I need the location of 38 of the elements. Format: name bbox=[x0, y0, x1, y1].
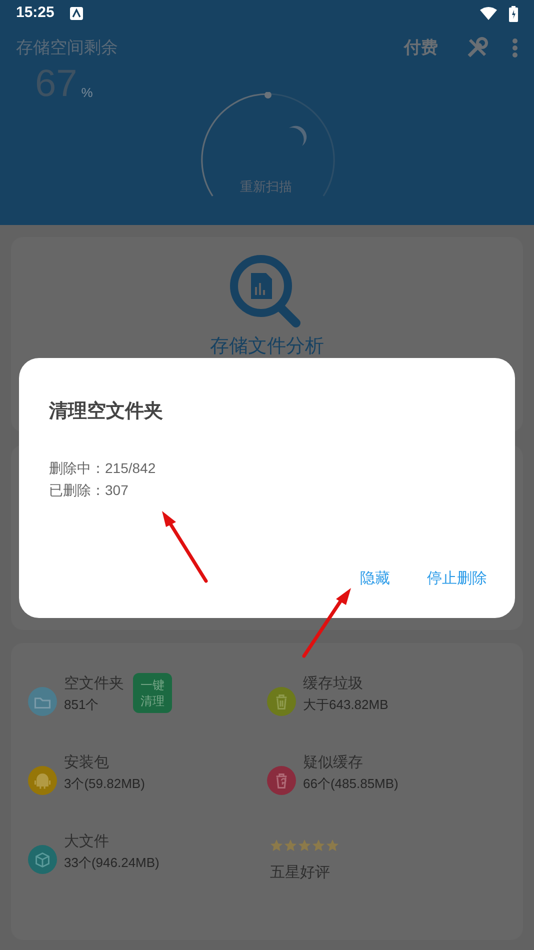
star-icon[interactable] bbox=[326, 839, 339, 852]
folder-icon bbox=[28, 687, 57, 716]
dialog-text: 删除中：215/842 bbox=[49, 458, 157, 478]
rescan-button[interactable]: 重新扫描 bbox=[240, 177, 292, 196]
star-icon[interactable] bbox=[270, 839, 283, 852]
dialog-text: 已删除：307 bbox=[49, 480, 130, 500]
status-time: 15:25 bbox=[16, 3, 54, 24]
category-detail: 3个(59.82MB) bbox=[64, 775, 145, 793]
star-icon[interactable] bbox=[312, 839, 325, 852]
analysis-label: 存储文件分析 bbox=[210, 335, 324, 359]
category-name[interactable]: 缓存垃圾 bbox=[303, 673, 388, 695]
wifi-icon bbox=[480, 7, 497, 20]
star-icon[interactable] bbox=[298, 839, 311, 852]
storage-title: 存储空间剩余 bbox=[16, 37, 118, 59]
battery-icon bbox=[509, 6, 518, 22]
box-icon bbox=[28, 845, 57, 874]
star-icon[interactable] bbox=[284, 839, 297, 852]
dialog-title: 清理空文件夹 bbox=[49, 400, 164, 424]
category-name[interactable]: 大文件 bbox=[64, 831, 160, 853]
clean-button[interactable]: 一键清理 bbox=[133, 673, 172, 713]
category-detail: 66个(485.85MB) bbox=[303, 775, 398, 793]
more-icon[interactable] bbox=[512, 38, 518, 58]
stop-button[interactable]: 停止删除 bbox=[427, 568, 487, 590]
hide-button[interactable]: 隐藏 bbox=[360, 568, 390, 590]
pay-button[interactable]: 付费 bbox=[404, 35, 438, 60]
tools-icon[interactable] bbox=[466, 36, 488, 59]
category-detail: 851个 bbox=[64, 696, 100, 714]
category-detail: 大于643.82MB bbox=[303, 696, 388, 714]
category-detail: 33个(946.24MB) bbox=[64, 854, 160, 872]
category-name[interactable]: 空文件夹 bbox=[64, 673, 124, 695]
category-name[interactable]: 疑似缓存 bbox=[303, 752, 398, 774]
percent-unit: % bbox=[81, 84, 93, 102]
category-name[interactable]: 安装包 bbox=[64, 752, 145, 774]
keyboard-icon bbox=[70, 7, 84, 20]
trash-icon bbox=[267, 687, 296, 716]
trash-question-icon bbox=[267, 766, 296, 795]
rating-label[interactable]: 五星好评 bbox=[270, 862, 339, 884]
android-icon bbox=[28, 766, 57, 795]
